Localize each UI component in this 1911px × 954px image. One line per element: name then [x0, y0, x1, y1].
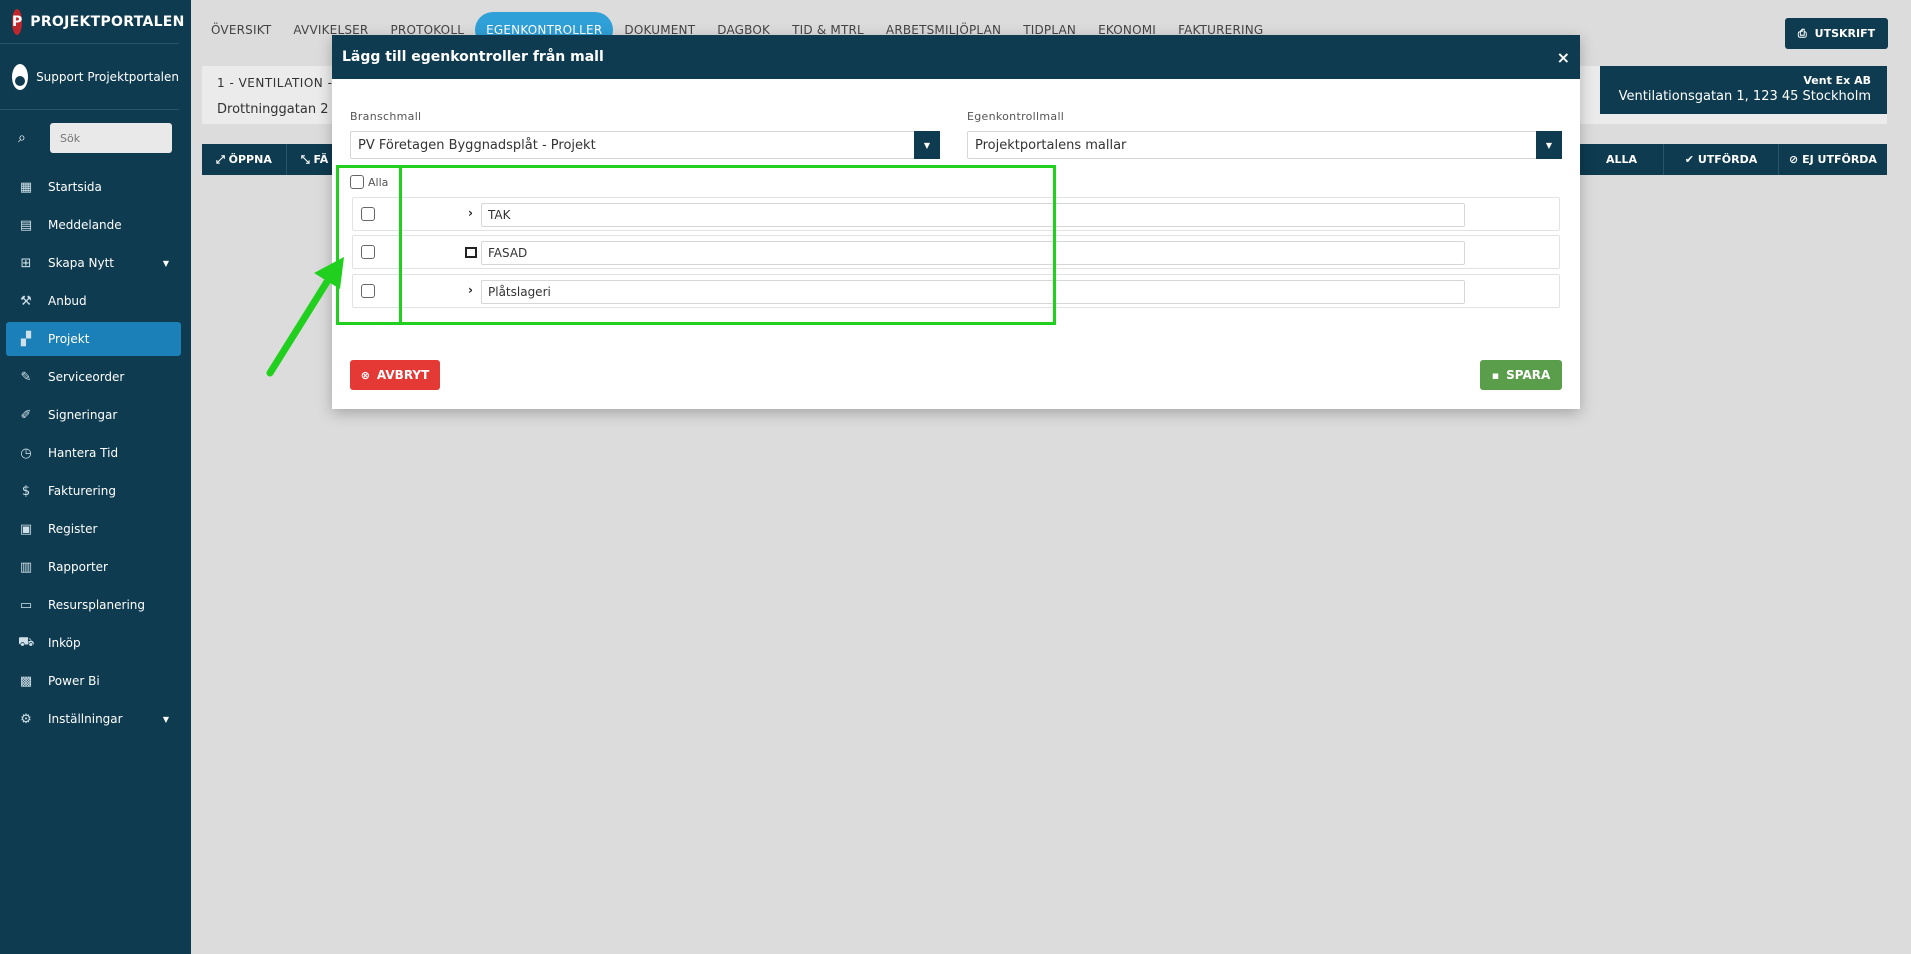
save-button[interactable]: ▪ SPARA: [1480, 360, 1562, 390]
brand-logo: P: [12, 8, 23, 35]
sidebar-item-resursplanering[interactable]: ▭ Resursplanering: [6, 588, 181, 622]
sidebar-item-signeringar[interactable]: ✐ Signeringar: [6, 398, 181, 432]
sidebar-item-startsida[interactable]: ▦ Startsida: [6, 170, 181, 204]
pen-icon: ✐: [20, 407, 32, 423]
branch-template-value: PV Företagen Byggnadsplåt - Projekt: [358, 137, 596, 153]
sidebar-item-skapa-nytt[interactable]: ⊞ Skapa Nytt ▼: [6, 246, 181, 280]
chevron-down-icon[interactable]: ▼: [914, 131, 940, 159]
caret-down-icon: ▼: [162, 258, 169, 268]
sidebar-item-label: Inställningar: [48, 712, 123, 726]
sidebar-item-meddelande[interactable]: ▤ Meddelande: [6, 208, 181, 242]
close-icon[interactable]: ×: [1557, 48, 1570, 67]
wrench-icon: ✎: [20, 369, 32, 385]
selfcheck-template-label: Egenkontrollmall: [967, 110, 1065, 123]
sidebar-item-label: Startsida: [48, 180, 102, 194]
clock-icon: ◷: [20, 445, 32, 461]
sidebar-item-label: Projekt: [48, 332, 90, 346]
modal-title: Lägg till egenkontroller från mall: [342, 49, 604, 65]
dashboard-icon: ▦: [19, 179, 33, 195]
selfcheck-template-select[interactable]: Projektportalens mallar ▼: [967, 131, 1562, 159]
branch-template-select[interactable]: PV Företagen Byggnadsplåt - Projekt ▼: [350, 131, 940, 159]
user-menu[interactable]: Support Projektportalen: [0, 44, 179, 110]
chevron-down-icon[interactable]: ▼: [1536, 131, 1562, 159]
annotation-arrow-icon: [266, 257, 344, 377]
plus-square-icon: ⊞: [20, 255, 32, 271]
sidebar-item-hantera-tid[interactable]: ◷ Hantera Tid: [6, 436, 181, 470]
search-icon: ⌕: [18, 130, 26, 146]
selfcheck-template-value: Projektportalens mallar: [975, 137, 1127, 153]
cart-icon: ⛟: [18, 634, 35, 650]
search-row: ⌕: [0, 110, 191, 166]
brand-name: PROJEKTPORTALEN: [30, 13, 185, 30]
sidebar-item-label: Register: [48, 522, 98, 536]
floppy-icon: ▪: [1491, 368, 1500, 382]
x-circle-icon: ⊗: [360, 368, 370, 382]
sidebar-item-label: Hantera Tid: [48, 446, 119, 460]
sidebar-item-serviceorder[interactable]: ✎ Serviceorder: [6, 360, 181, 394]
sidebar-item-label: Inköp: [48, 636, 81, 650]
sidebar-item-label: Resursplanering: [48, 598, 146, 612]
branch-template-label: Branschmall: [350, 110, 422, 123]
sidebar-item-projekt[interactable]: ▞ Projekt: [6, 322, 181, 356]
save-label: SPARA: [1506, 368, 1551, 382]
sidebar-item-anbud[interactable]: ⚒ Anbud: [6, 284, 181, 318]
sidebar-item-label: Serviceorder: [48, 370, 125, 384]
calendar-icon: ▥: [19, 559, 33, 575]
modal-header: Lägg till egenkontroller från mall ×: [332, 35, 1580, 79]
brand[interactable]: P PROJEKTPORTALEN: [0, 0, 184, 44]
sidebar-item-label: Skapa Nytt: [48, 256, 114, 270]
sidebar-item-register[interactable]: ▣ Register: [6, 512, 181, 546]
sidebar-item-label: Power Bi: [48, 674, 100, 688]
gear-icon: ⚙: [20, 711, 32, 727]
sidebar-item-label: Anbud: [48, 294, 87, 308]
sidebar-item-fakturering[interactable]: $ Fakturering: [6, 474, 181, 508]
sidebar-item-inkop[interactable]: ⛟ Inköp: [6, 626, 181, 660]
cancel-button[interactable]: ⊗ AVBRYT: [350, 360, 440, 390]
avatar: [12, 63, 29, 90]
calendar-outline-icon: ▭: [19, 597, 33, 613]
sidebar-item-rapporter[interactable]: ▥ Rapporter: [6, 550, 181, 584]
sidebar-item-installningar[interactable]: ⚙ Inställningar ▼: [6, 702, 181, 736]
sidebar-item-label: Meddelande: [48, 218, 122, 232]
sidebar-item-label: Fakturering: [48, 484, 116, 498]
chart-icon: ▩: [19, 673, 33, 689]
message-icon: ▤: [19, 217, 33, 233]
highlight-box: [336, 165, 1056, 325]
user-name: Support Projektportalen: [36, 69, 179, 84]
image-icon: ▣: [19, 521, 33, 537]
gavel-icon: ⚒: [20, 293, 32, 309]
caret-down-icon: ▼: [162, 714, 169, 724]
sidebar-item-label: Signeringar: [48, 408, 118, 422]
project-icon: ▞: [21, 331, 31, 347]
search-input[interactable]: [50, 123, 172, 153]
sidebar-item-label: Rapporter: [48, 560, 108, 574]
sidebar: P PROJEKTPORTALEN Support Projektportale…: [0, 0, 191, 954]
dollar-icon: $: [21, 483, 31, 499]
sidebar-item-power-bi[interactable]: ▩ Power Bi: [6, 664, 181, 698]
cancel-label: AVBRYT: [376, 368, 430, 382]
